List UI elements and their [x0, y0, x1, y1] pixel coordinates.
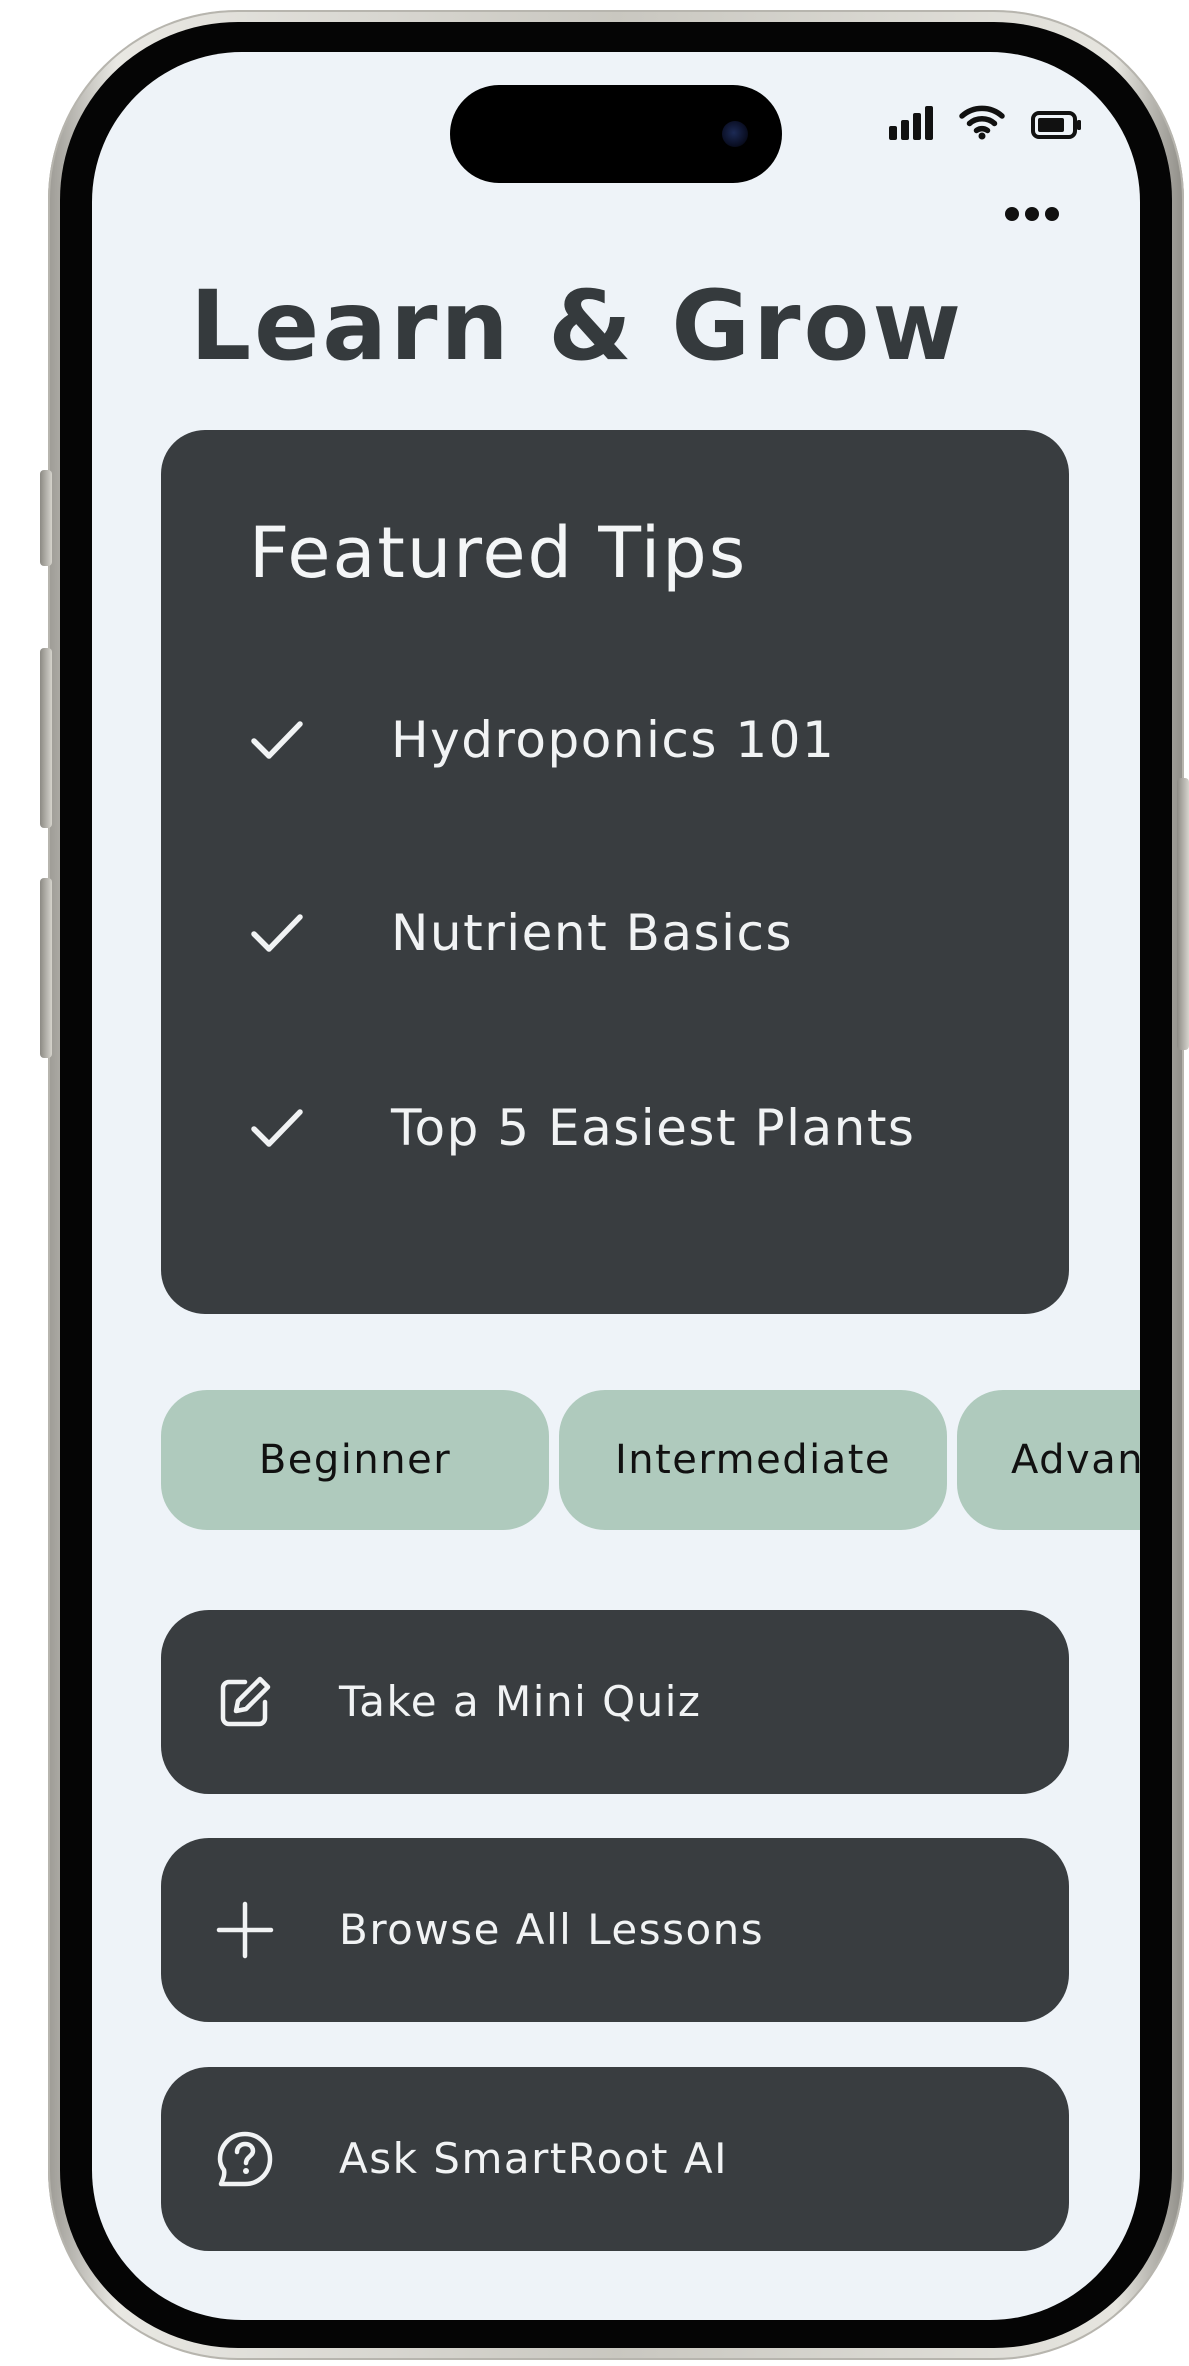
status-bar: [889, 100, 1083, 140]
wifi-icon: [959, 105, 1005, 140]
level-chip-beginner[interactable]: Beginner: [161, 1390, 549, 1530]
check-icon: [251, 1109, 303, 1147]
page-title: Learn & Grow: [190, 270, 965, 382]
side-button-volume-up: [40, 648, 52, 828]
side-button-volume-down: [40, 878, 52, 1058]
tip-label: Nutrient Basics: [391, 904, 794, 962]
app-screen: Learn & Grow Featured Tips Hydroponics 1…: [92, 52, 1140, 2320]
chip-label: Intermediate: [614, 1437, 892, 1483]
chip-label: Advanced: [1011, 1437, 1140, 1483]
tip-item[interactable]: Nutrient Basics: [249, 903, 1009, 963]
featured-tips-title: Featured Tips: [249, 512, 748, 594]
side-button-action: [40, 470, 52, 566]
help-chat-icon: [217, 2131, 273, 2187]
front-camera: [722, 121, 748, 147]
action-label: Ask SmartRoot AI: [339, 2134, 728, 2183]
more-dot: [1025, 207, 1039, 221]
dynamic-island: [450, 85, 782, 183]
level-chip-intermediate[interactable]: Intermediate: [559, 1390, 947, 1530]
browse-lessons-button[interactable]: Browse All Lessons: [161, 1838, 1069, 2022]
edit-icon: [220, 1676, 271, 1727]
device-stage: Learn & Grow Featured Tips Hydroponics 1…: [0, 0, 1189, 2366]
battery-icon: [1031, 111, 1081, 139]
more-dot: [1005, 207, 1019, 221]
ask-ai-button[interactable]: Ask SmartRoot AI: [161, 2067, 1069, 2251]
more-options-button[interactable]: [1000, 200, 1064, 228]
chip-label: Beginner: [258, 1437, 452, 1483]
check-icon: [251, 721, 303, 759]
tip-item[interactable]: Top 5 Easiest Plants: [249, 1098, 1009, 1158]
tip-label: Top 5 Easiest Plants: [391, 1099, 916, 1157]
more-dot: [1045, 207, 1059, 221]
action-label: Take a Mini Quiz: [339, 1677, 702, 1726]
signal-icon: [889, 106, 933, 140]
featured-tips-card: Featured Tips Hydroponics 101 Nutrient B…: [161, 430, 1069, 1314]
action-label: Browse All Lessons: [339, 1905, 765, 1954]
side-button-power: [1177, 778, 1189, 1050]
tip-item[interactable]: Hydroponics 101: [249, 710, 1009, 770]
level-chip-advanced[interactable]: Advanced: [957, 1390, 1140, 1530]
check-icon: [251, 914, 303, 952]
mini-quiz-button[interactable]: Take a Mini Quiz: [161, 1610, 1069, 1794]
tip-label: Hydroponics 101: [391, 711, 836, 769]
plus-icon: [216, 1901, 274, 1959]
